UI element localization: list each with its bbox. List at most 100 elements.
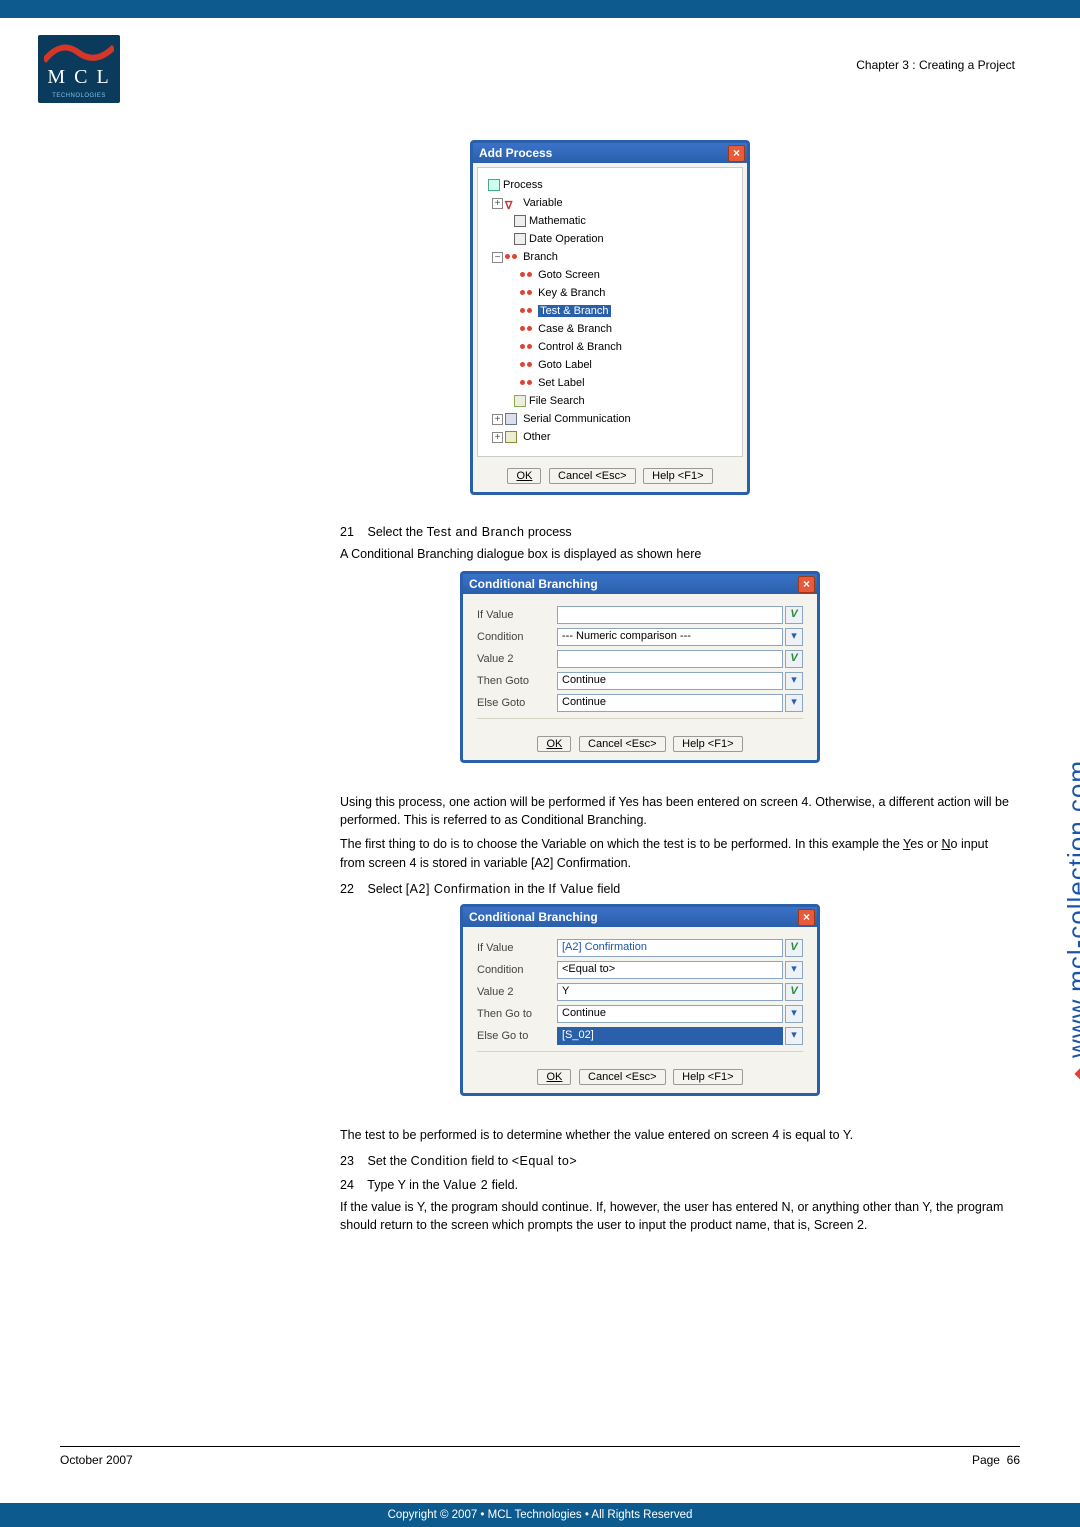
page-footer: October 2007 Page 66 — [60, 1446, 1020, 1467]
footer-page: Page 66 — [972, 1453, 1020, 1467]
value2-label: Value 2 — [477, 986, 557, 998]
tree-item[interactable]: Set Label — [538, 377, 584, 389]
ifvalue-input[interactable] — [557, 606, 783, 624]
dropdown-icon[interactable]: ▾ — [785, 628, 803, 646]
dialog-title: Conditional Branching — [469, 577, 598, 591]
dialog-title: Conditional Branching — [469, 910, 598, 924]
tree-date[interactable]: Date Operation — [529, 233, 604, 245]
body-text: A Conditional Branching dialogue box is … — [340, 545, 1015, 563]
expand-icon[interactable]: + — [492, 414, 503, 425]
ok-button[interactable]: OK — [507, 468, 541, 484]
condition-select[interactable]: <Equal to> — [557, 961, 783, 979]
tree-other[interactable]: Other — [523, 431, 551, 443]
cancel-button[interactable]: Cancel <Esc> — [579, 736, 665, 752]
tree-item-selected[interactable]: Test & Branch — [538, 305, 610, 317]
collapse-icon[interactable]: − — [492, 252, 503, 263]
variable-picker-icon[interactable]: V — [785, 650, 803, 668]
add-process-dialog: Add Process × Process + Variable Mathema… — [470, 140, 750, 495]
conditional-branching-dialog-2: Conditional Branching × If Value [A2] Co… — [460, 904, 820, 1096]
dropdown-icon[interactable]: ▾ — [785, 1027, 803, 1045]
process-icon — [488, 179, 500, 191]
tree-item[interactable]: Goto Label — [538, 359, 592, 371]
step-23: 23 Set the Condition field to <Equal to> — [340, 1154, 1015, 1168]
ifvalue-label: If Value — [477, 609, 557, 621]
then-label: Then Go to — [477, 1008, 557, 1020]
tree-variable[interactable]: Variable — [523, 197, 563, 209]
expand-icon[interactable]: + — [492, 432, 503, 443]
else-select[interactable]: [S_02] — [557, 1027, 783, 1045]
cancel-button[interactable]: Cancel <Esc> — [579, 1069, 665, 1085]
branch-icon — [520, 377, 532, 389]
ifvalue-input[interactable]: [A2] Confirmation — [557, 939, 783, 957]
tree-item[interactable]: Case & Branch — [538, 323, 612, 335]
body-text: Using this process, one action will be p… — [340, 793, 1015, 829]
body-text: The first thing to do is to choose the V… — [340, 835, 1015, 871]
side-url: ◆www.mcl-collection.com — [1062, 760, 1080, 1081]
variable-picker-icon[interactable]: V — [785, 983, 803, 1001]
then-label: Then Goto — [477, 675, 557, 687]
dialog-title-bar: Add Process × — [473, 143, 747, 163]
step-21: 21 Select the Test and Branch process — [340, 525, 1015, 539]
else-select[interactable]: Continue — [557, 694, 783, 712]
ok-button[interactable]: OK — [537, 736, 571, 752]
ifvalue-label: If Value — [477, 942, 557, 954]
mcl-logo: M C L TECHNOLOGIES — [38, 35, 120, 103]
logo-letters: M C L — [38, 66, 120, 89]
then-select[interactable]: Continue — [557, 1005, 783, 1023]
help-button[interactable]: Help <F1> — [673, 736, 742, 752]
top-accent-bar — [0, 0, 1080, 18]
dropdown-icon[interactable]: ▾ — [785, 961, 803, 979]
branch-icon — [520, 359, 532, 371]
footer-date: October 2007 — [60, 1453, 133, 1467]
close-icon[interactable]: × — [798, 909, 815, 926]
tree-item[interactable]: Control & Branch — [538, 341, 622, 353]
serial-icon — [505, 413, 517, 425]
value2-input[interactable] — [557, 650, 783, 668]
math-icon — [514, 215, 526, 227]
close-icon[interactable]: × — [798, 576, 815, 593]
condition-label: Condition — [477, 631, 557, 643]
variable-icon — [505, 197, 517, 209]
branch-icon — [520, 323, 532, 335]
tree-item[interactable]: Goto Screen — [538, 269, 600, 281]
conditional-branching-dialog-1: Conditional Branching × If Value V Condi… — [460, 571, 820, 763]
tree-item[interactable]: Key & Branch — [538, 287, 605, 299]
dialog-title: Add Process — [479, 146, 552, 160]
tree-root[interactable]: Process — [503, 179, 543, 191]
help-button[interactable]: Help <F1> — [643, 468, 712, 484]
value2-input[interactable]: Y — [557, 983, 783, 1001]
close-icon[interactable]: × — [728, 145, 745, 162]
dialog-button-row: OK Cancel <Esc> Help <F1> — [463, 1062, 817, 1093]
tree-mathematic[interactable]: Mathematic — [529, 215, 586, 227]
body-text: If the value is Y, the program should co… — [340, 1198, 1015, 1234]
else-label: Else Goto — [477, 697, 557, 709]
branch-icon — [520, 305, 532, 317]
bullet-icon: ◆ — [1070, 1066, 1080, 1081]
dialog-button-row: OK Cancel <Esc> Help <F1> — [463, 729, 817, 760]
ok-button[interactable]: OK — [537, 1069, 571, 1085]
tree-serial[interactable]: Serial Communication — [523, 413, 631, 425]
cancel-button[interactable]: Cancel <Esc> — [549, 468, 635, 484]
condition-label: Condition — [477, 964, 557, 976]
help-button[interactable]: Help <F1> — [673, 1069, 742, 1085]
then-select[interactable]: Continue — [557, 672, 783, 690]
chapter-heading: Chapter 3 : Creating a Project — [856, 58, 1015, 72]
tree-branch[interactable]: Branch — [523, 251, 558, 263]
branch-icon — [505, 251, 517, 263]
variable-picker-icon[interactable]: V — [785, 606, 803, 624]
branch-icon — [520, 287, 532, 299]
step-number: 23 — [340, 1154, 364, 1168]
expand-icon[interactable]: + — [492, 198, 503, 209]
step-24: 24 Type Y in the Value 2 field. — [340, 1178, 1015, 1192]
branch-icon — [520, 341, 532, 353]
tree-file-search[interactable]: File Search — [529, 395, 585, 407]
dropdown-icon[interactable]: ▾ — [785, 1005, 803, 1023]
process-tree[interactable]: Process + Variable Mathematic Date Opera… — [477, 167, 743, 457]
dropdown-icon[interactable]: ▾ — [785, 694, 803, 712]
condition-select[interactable]: --- Numeric comparison --- — [557, 628, 783, 646]
step-number: 22 — [340, 882, 364, 896]
dropdown-icon[interactable]: ▾ — [785, 672, 803, 690]
variable-picker-icon[interactable]: V — [785, 939, 803, 957]
file-search-icon — [514, 395, 526, 407]
else-label: Else Go to — [477, 1030, 557, 1042]
